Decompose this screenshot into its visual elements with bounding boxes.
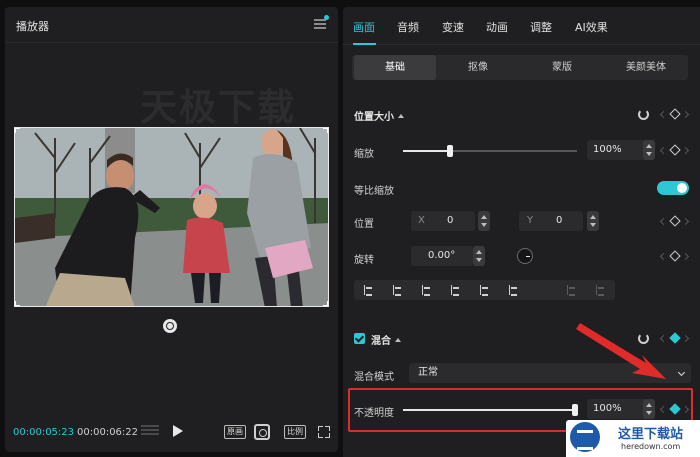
subtab-mask[interactable]: 蒙版 [520, 55, 604, 80]
original-quality-button[interactable]: 原画 [224, 425, 246, 439]
subtab-beauty[interactable]: 美颜美体 [604, 55, 688, 80]
rotate-prev-keyframe-icon[interactable] [659, 252, 668, 261]
uniform-scale-label: 等比缩放 [354, 186, 394, 197]
blend-keyframe-icon[interactable] [669, 332, 681, 344]
tab-picture[interactable]: 画面 [353, 19, 375, 35]
player-controls: 00:00:05:23 00:00:06:22 原画 比例 [5, 412, 338, 452]
rotate-handle-icon[interactable] [163, 319, 177, 333]
chevron-down-icon [677, 368, 686, 377]
scale-label: 缩放 [354, 149, 374, 160]
keyframe-icon[interactable] [669, 108, 681, 120]
crop-handle-bottom-right[interactable] [323, 301, 328, 306]
watermark-text: 天极下载 [140, 86, 296, 129]
collapse-caret-icon [398, 114, 404, 118]
blend-next-keyframe-icon[interactable] [681, 334, 690, 343]
x-axis-label: X [418, 215, 425, 226]
align-bottom-icon[interactable] [499, 280, 528, 300]
site-logo-text: 这里下载站 [618, 427, 684, 442]
blend-mode-value: 正常 [418, 367, 438, 378]
site-logo: 这里下载站 heredown.com [566, 420, 700, 457]
align-right-icon[interactable] [412, 280, 441, 300]
position-next-keyframe-icon[interactable] [681, 217, 690, 226]
position-prev-keyframe-icon[interactable] [659, 217, 668, 226]
prev-keyframe-icon[interactable] [659, 110, 668, 119]
crop-handle-bottom-left[interactable] [15, 301, 20, 306]
section-position-size[interactable]: 位置大小 [354, 108, 404, 123]
player-header: 播放器 [5, 7, 338, 43]
property-tabs: 画面 音频 变速 动画 调整 AI效果 [343, 7, 700, 45]
blend-collapse-caret-icon [395, 338, 401, 342]
rotate-value-field[interactable]: 0.00° [411, 246, 473, 266]
distribute-horizontal-icon [557, 280, 586, 300]
position-x-value: 0 [447, 215, 454, 226]
align-center-vertical-icon[interactable] [470, 280, 499, 300]
rotate-value: 0.00° [428, 250, 456, 261]
crop-handle-top-left[interactable] [15, 128, 20, 133]
position-y-field[interactable]: Y 0 [519, 211, 583, 231]
focus-icon[interactable] [254, 424, 270, 440]
tab-adjust[interactable]: 调整 [530, 19, 552, 35]
rotate-stepper[interactable] [473, 246, 485, 266]
section-blend[interactable]: 混合 [371, 332, 401, 347]
ratio-button[interactable]: 比例 [284, 425, 306, 439]
rotate-keyframe-icon[interactable] [669, 250, 681, 262]
scale-slider-thumb[interactable] [447, 145, 453, 157]
align-toolbar [354, 280, 615, 300]
site-logo-url: heredown.com [621, 442, 681, 451]
subtab-cutout[interactable]: 抠像 [436, 55, 520, 80]
uniform-scale-toggle[interactable] [657, 181, 689, 195]
crop-handle-top-right[interactable] [323, 128, 328, 133]
tab-speed[interactable]: 变速 [442, 19, 464, 35]
timeline-grid-icon[interactable] [141, 425, 159, 439]
active-tab-indicator [353, 43, 376, 45]
fullscreen-icon[interactable] [318, 426, 330, 438]
position-x-stepper[interactable] [478, 211, 490, 231]
position-y-stepper[interactable] [587, 211, 599, 231]
video-frame-image [15, 128, 328, 306]
player-title: 播放器 [16, 20, 49, 33]
reset-icon[interactable] [638, 109, 649, 120]
scale-slider[interactable] [403, 145, 577, 157]
tab-animation[interactable]: 动画 [486, 19, 508, 35]
annotation-arrow-icon [576, 323, 666, 379]
picture-subtabs: 基础 抠像 蒙版 美颜美体 [352, 55, 688, 80]
tab-audio[interactable]: 音频 [397, 19, 419, 35]
current-timecode: 00:00:05:23 [13, 427, 75, 438]
align-left-icon[interactable] [354, 280, 383, 300]
position-x-field[interactable]: X 0 [411, 211, 475, 231]
section-blend-title: 混合 [371, 336, 391, 347]
y-axis-label: Y [527, 215, 534, 226]
section-position-size-title: 位置大小 [354, 112, 394, 123]
scale-stepper[interactable] [643, 140, 655, 160]
menu-icon[interactable] [314, 19, 326, 29]
site-logo-mark-icon [570, 422, 600, 452]
position-y-value: 0 [556, 215, 563, 226]
properties-panel: 画面 音频 变速 动画 调整 AI效果 基础 抠像 蒙版 美颜美体 位置大小 缩… [343, 7, 700, 457]
tab-ai-effects[interactable]: AI效果 [575, 19, 608, 35]
scale-value: 100% [593, 144, 622, 155]
align-center-horizontal-icon[interactable] [383, 280, 412, 300]
blend-enabled-checkbox[interactable] [354, 333, 365, 344]
video-preview[interactable] [14, 127, 329, 307]
scale-prev-keyframe-icon[interactable] [659, 146, 668, 155]
next-keyframe-icon[interactable] [681, 110, 690, 119]
position-label: 位置 [354, 219, 374, 230]
rotate-dial[interactable] [517, 248, 533, 264]
distribute-vertical-icon [586, 280, 615, 300]
blend-mode-label: 混合模式 [354, 372, 394, 383]
play-icon[interactable] [173, 425, 183, 437]
rotate-label: 旋转 [354, 255, 374, 266]
align-top-icon[interactable] [441, 280, 470, 300]
position-keyframe-icon[interactable] [669, 215, 681, 227]
notification-dot [324, 15, 329, 20]
rotate-next-keyframe-icon[interactable] [681, 252, 690, 261]
total-timecode: 00:00:06:22 [77, 427, 139, 438]
subtab-basic[interactable]: 基础 [354, 55, 436, 80]
scale-keyframe-icon[interactable] [669, 144, 681, 156]
scale-next-keyframe-icon[interactable] [681, 146, 690, 155]
player-panel: 播放器 天极下载 00:00:05:23 00:00:06:22 原画 比例 [5, 7, 338, 452]
scale-slider-fill [403, 150, 450, 152]
